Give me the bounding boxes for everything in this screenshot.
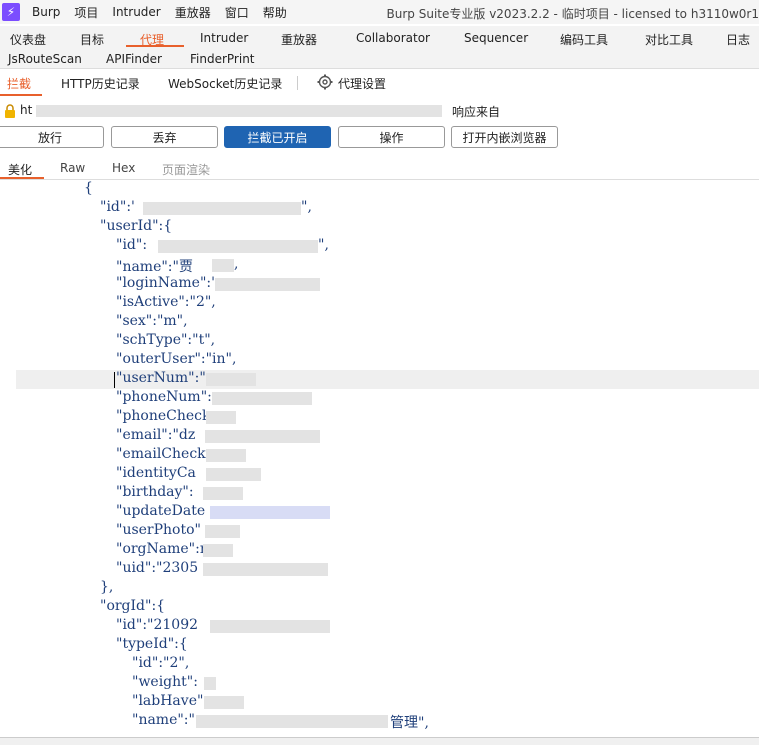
redacted-url	[36, 105, 442, 117]
tab-target[interactable]: 目标	[80, 31, 104, 48]
code-line: "id":"2",	[132, 655, 190, 671]
editor-tab-raw[interactable]: Raw	[60, 161, 85, 175]
tab-dashboard[interactable]: 仪表盘	[10, 31, 46, 48]
active-tab-indicator	[126, 45, 184, 47]
menu-burp[interactable]: Burp	[32, 5, 60, 19]
intercept-toolbar: 放行 丢弃 拦截已开启 操作 打开内嵌浏览器	[0, 124, 759, 150]
code-line: "outerUser":"in",	[116, 351, 237, 367]
message-editor[interactable]: { "id":' ", "userId":{ "id": ", "name":"…	[0, 180, 759, 735]
open-browser-button[interactable]: 打开内嵌浏览器	[451, 126, 558, 148]
text-caret	[114, 372, 115, 388]
code-line: },	[100, 579, 114, 595]
code-line: "sex":"m",	[116, 313, 188, 329]
code-line: "schType":"t",	[116, 332, 216, 348]
tab-jsroutescan[interactable]: JsRouteScan	[8, 52, 82, 66]
tab-logger[interactable]: 日志	[726, 31, 750, 48]
forward-button[interactable]: 放行	[0, 126, 104, 148]
tab-decoder[interactable]: 编码工具	[560, 31, 608, 48]
tab-collaborator[interactable]: Collaborator	[356, 31, 430, 45]
tab-intruder[interactable]: Intruder	[200, 31, 248, 45]
menu-bar: ⚡ Burp 项目 Intruder 重放器 窗口 帮助 Burp Suite专…	[0, 0, 759, 24]
proxy-settings-label[interactable]: 代理设置	[338, 75, 386, 92]
menu-project[interactable]: 项目	[74, 4, 98, 21]
active-editor-tab-indicator	[0, 177, 44, 179]
code-line: "uid":"2305	[0, 560, 759, 579]
code-line: "id":' ",	[100, 199, 312, 215]
code-line: "userId":{	[100, 218, 173, 234]
code-line: "isActive":"2",	[116, 294, 216, 310]
code-line: "id": ",	[116, 237, 329, 253]
editor-tab-pretty[interactable]: 美化	[8, 161, 32, 178]
request-url: ht	[20, 103, 33, 117]
tab-repeater[interactable]: 重放器	[281, 31, 317, 48]
code-line: "loginName":'	[0, 275, 759, 294]
editor-tab-hex[interactable]: Hex	[112, 161, 135, 175]
divider	[0, 68, 759, 69]
subtab-websocket-history[interactable]: WebSocket历史记录	[168, 75, 282, 92]
code-line: "weight":	[0, 674, 759, 693]
code-line: "name":"贾 ,	[116, 256, 239, 275]
code-line: "id":"21092	[0, 617, 759, 636]
lock-icon	[5, 104, 15, 118]
active-subtab-indicator	[0, 94, 42, 96]
editor-tabs: 美化 Raw Hex 页面渲染	[0, 156, 759, 180]
menu-window[interactable]: 窗口	[225, 4, 249, 21]
divider	[297, 76, 298, 90]
code-line: "name":" 管理",	[132, 712, 429, 731]
code-line: "typeId":{	[116, 636, 188, 652]
code-line: "phoneCheck	[0, 408, 759, 427]
code-line: "birthday":	[0, 484, 759, 503]
request-info: ht 响应来自	[0, 100, 759, 122]
tab-finderprint[interactable]: FinderPrint	[190, 52, 255, 66]
code-line: "orgId":{	[100, 598, 166, 614]
intercept-toggle-button[interactable]: 拦截已开启	[224, 126, 331, 148]
code-line: {	[84, 180, 93, 196]
tab-apifinder[interactable]: APIFinder	[106, 52, 162, 66]
burp-logo-icon: ⚡	[2, 3, 20, 21]
code-line: "emailCheck	[0, 446, 759, 465]
tab-sequencer[interactable]: Sequencer	[464, 31, 528, 45]
menu-intruder[interactable]: Intruder	[112, 5, 160, 19]
drop-button[interactable]: 丢弃	[111, 126, 218, 148]
action-button[interactable]: 操作	[338, 126, 445, 148]
tab-comparer[interactable]: 对比工具	[645, 31, 693, 48]
window-title: Burp Suite专业版 v2023.2.2 - 临时项目 - license…	[386, 7, 759, 21]
proxy-sub-tabs: 拦截 HTTP历史记录 WebSocket历史记录 代理设置	[0, 70, 759, 96]
gear-icon[interactable]	[317, 74, 333, 90]
code-line: "labHave"	[0, 693, 759, 712]
code-line-current: "userNum":"	[16, 370, 759, 389]
code-line: "updateDate	[0, 503, 759, 522]
menu-repeater[interactable]: 重放器	[175, 4, 211, 21]
status-bar	[0, 737, 759, 745]
tool-tabs: 仪表盘 目标 代理 Intruder 重放器 Collaborator Sequ…	[0, 26, 759, 68]
subtab-http-history[interactable]: HTTP历史记录	[61, 75, 140, 92]
menu-help[interactable]: 帮助	[263, 4, 287, 21]
code-line: "phoneNum":	[0, 389, 759, 408]
subtab-intercept[interactable]: 拦截	[7, 75, 31, 92]
code-line: "orgName":n	[0, 541, 759, 560]
editor-tab-render[interactable]: 页面渲染	[162, 161, 210, 178]
code-line: "email":"dz	[0, 427, 759, 446]
response-from-label: 响应来自	[452, 105, 501, 119]
code-line: "userPhoto"	[0, 522, 759, 541]
code-line: "identityCa	[0, 465, 759, 484]
